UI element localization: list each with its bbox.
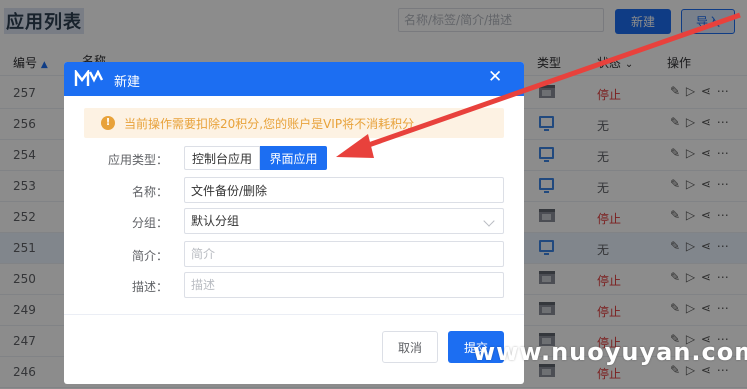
group-select-value: 默认分组 <box>191 214 240 228</box>
warning-icon: ! <box>101 116 115 130</box>
name-field[interactable] <box>184 177 504 203</box>
dialog-footer-divider <box>64 314 524 315</box>
warning-text: 当前操作需要扣除20积分,您的账户是VIP将不消耗积分 <box>124 117 415 131</box>
type-label: 应用类型： <box>107 153 168 167</box>
intro-label: 简介： <box>131 249 168 263</box>
group-select[interactable]: 默认分组 <box>184 208 504 234</box>
warning-alert: ! 当前操作需要扣除20积分,您的账户是VIP将不消耗积分 <box>84 108 504 138</box>
chevron-down-icon <box>483 215 495 227</box>
desc-field[interactable] <box>184 272 504 298</box>
type-selector: 控制台应用 界面应用 <box>184 146 327 170</box>
watermark: www.nuoyuyan.com <box>473 338 747 366</box>
type-option-console[interactable]: 控制台应用 <box>184 146 260 170</box>
cancel-button[interactable]: 取消 <box>382 331 438 363</box>
intro-field[interactable] <box>184 241 504 267</box>
name-label: 名称： <box>131 185 168 199</box>
desc-label: 描述： <box>131 280 168 294</box>
dialog-title: 新建 <box>114 75 141 90</box>
dialog-header: 新建 ✕ <box>64 62 524 96</box>
type-option-gui[interactable]: 界面应用 <box>260 146 327 170</box>
new-app-dialog: 新建 ✕ ! 当前操作需要扣除20积分,您的账户是VIP将不消耗积分 应用类型：… <box>64 62 524 384</box>
group-label: 分组： <box>131 216 168 230</box>
close-icon[interactable]: ✕ <box>488 67 502 87</box>
app-logo-icon <box>74 70 104 86</box>
